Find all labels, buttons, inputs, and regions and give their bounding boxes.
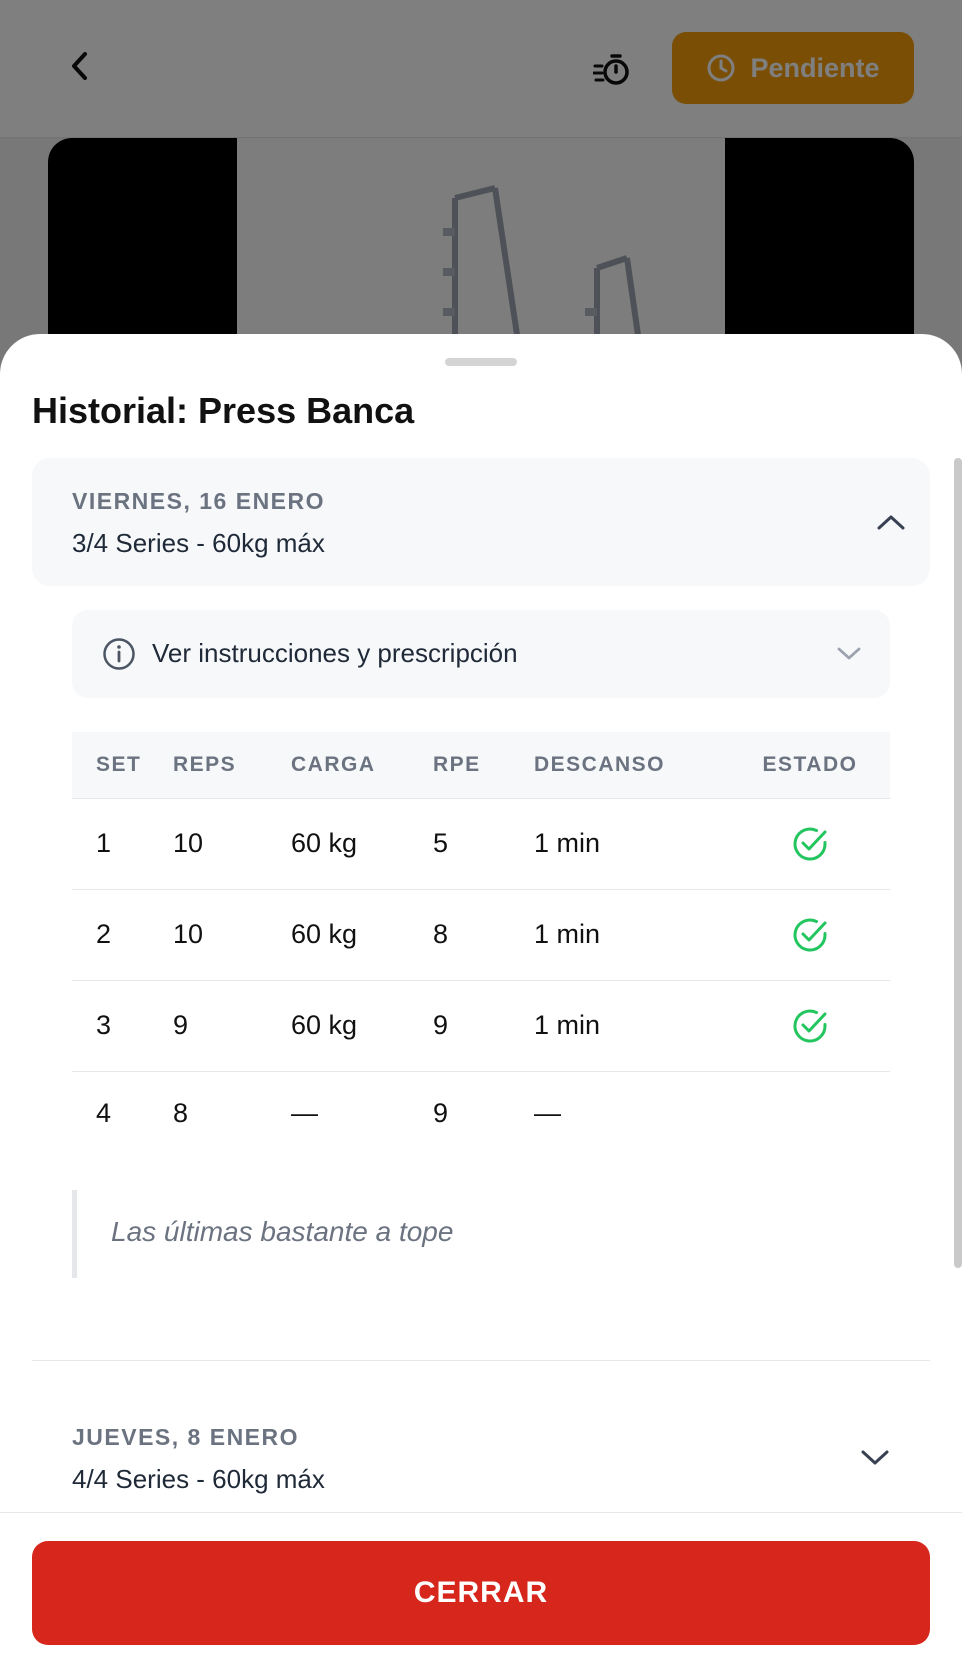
load-value: 60 kg: [291, 889, 433, 981]
table-header-row: SET REPS CARGA RPE DESCANSO ESTADO: [72, 732, 890, 799]
app-screen: Pendiente: [0, 0, 962, 1672]
sheet-title: Historial: Press Banca: [32, 390, 415, 431]
status-cell: [730, 889, 890, 981]
status-cell: [730, 980, 890, 1072]
instructions-label: Ver instrucciones y prescripción: [152, 638, 518, 668]
divider: [32, 1360, 930, 1361]
table-row: 1 10 60 kg 5 1 min: [72, 798, 890, 890]
chevron-up-icon[interactable]: [874, 505, 908, 539]
set-number: 1: [72, 798, 173, 890]
column-header-descanso: DESCANSO: [534, 732, 730, 799]
rpe-value: 5: [433, 798, 534, 890]
reps-value: 10: [173, 889, 291, 981]
reps-value: 8: [173, 1098, 189, 1128]
session-note: Las últimas bastante a tope: [72, 1190, 837, 1278]
table-row: 4 8 — 9 —: [72, 1071, 890, 1156]
load-value: —: [291, 1098, 318, 1128]
rest-value: 1 min: [534, 798, 730, 890]
set-number: 2: [72, 889, 173, 981]
chevron-down-icon: [832, 637, 866, 671]
session-date: VIERNES, 16 ENERO: [72, 488, 326, 514]
rest-value: —: [534, 1098, 561, 1128]
rpe-value: 9: [433, 980, 534, 1072]
check-circle-icon: [793, 1009, 827, 1042]
column-header-carga: CARGA: [291, 732, 433, 799]
scrollbar[interactable]: [954, 458, 962, 1268]
set-number: 3: [72, 980, 173, 1072]
column-header-estado: ESTADO: [730, 732, 890, 799]
column-header-rpe: RPE: [433, 732, 534, 799]
sheet-drag-handle[interactable]: [445, 358, 517, 366]
set-number: 4: [96, 1098, 112, 1128]
reps-value: 9: [173, 980, 291, 1072]
sets-table: SET REPS CARGA RPE DESCANSO ESTADO 1 10 …: [72, 732, 890, 1156]
rest-value: 1 min: [534, 980, 730, 1072]
load-value: 60 kg: [291, 980, 433, 1072]
load-value: 60 kg: [291, 798, 433, 890]
close-button[interactable]: CERRAR: [32, 1541, 930, 1645]
table-row: 2 10 60 kg 8 1 min: [72, 889, 890, 981]
rpe-value: 9: [433, 1098, 449, 1128]
check-circle-icon: [793, 827, 827, 860]
session-summary: 4/4 Series - 60kg máx: [72, 1464, 325, 1494]
status-cell: [730, 798, 890, 890]
sheet-footer: CERRAR: [0, 1512, 962, 1672]
rpe-value: 8: [433, 889, 534, 981]
rest-value: 1 min: [534, 889, 730, 981]
session-date: JUEVES, 8 ENERO: [72, 1424, 300, 1450]
instructions-toggle[interactable]: Ver instrucciones y prescripción: [72, 610, 890, 698]
column-header-set: SET: [72, 732, 173, 799]
chevron-down-icon[interactable]: [858, 1441, 892, 1475]
session-summary: 3/4 Series - 60kg máx: [72, 528, 325, 558]
history-bottom-sheet: Historial: Press Banca VIERNES, 16 ENERO…: [0, 334, 962, 1672]
note-text: Las últimas bastante a tope: [111, 1216, 454, 1247]
info-icon: [103, 638, 135, 670]
reps-value: 10: [173, 798, 291, 890]
check-circle-icon: [793, 918, 827, 951]
table-row: 3 9 60 kg 9 1 min: [72, 980, 890, 1072]
status-cell: [730, 1071, 890, 1156]
session-header-expanded[interactable]: VIERNES, 16 ENERO 3/4 Series - 60kg máx: [32, 458, 930, 586]
column-header-reps: REPS: [173, 732, 291, 799]
